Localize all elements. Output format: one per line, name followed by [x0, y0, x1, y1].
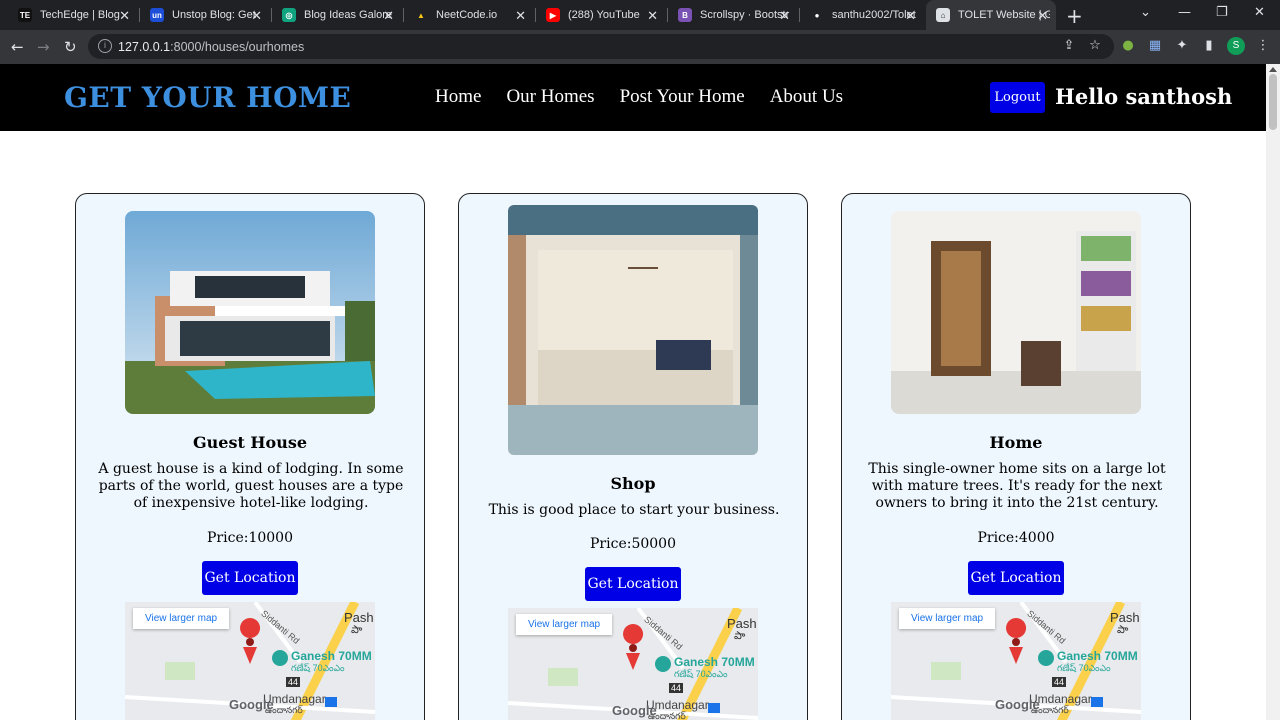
youtube-favicon-icon: ▶: [546, 8, 560, 22]
close-tab-icon[interactable]: ✕: [779, 8, 790, 24]
property-card: Shop This is good place to start your bu…: [458, 193, 808, 720]
close-tab-icon[interactable]: ✕: [1037, 8, 1048, 24]
bootstrap-favicon-icon: B: [678, 8, 692, 22]
page-scrollbar[interactable]: [1266, 64, 1280, 720]
property-photo-guest-house: [125, 211, 375, 414]
unstop-favicon-icon: un: [150, 8, 164, 22]
address-bar[interactable]: i 127.0.0.1:8000/houses/ourhomes: [88, 34, 1114, 59]
property-photo-home: [891, 211, 1141, 414]
user-greeting: Hello santhosh: [1055, 84, 1233, 109]
profile-avatar[interactable]: S: [1227, 37, 1245, 55]
reload-icon[interactable]: ↻: [64, 38, 77, 56]
property-description: This is good place to start your busines…: [488, 502, 780, 518]
browser-tab[interactable]: TE TechEdge | Blog ✕: [8, 0, 138, 30]
view-larger-map-link[interactable]: View larger map: [516, 614, 613, 635]
view-larger-map-link[interactable]: View larger map: [133, 608, 230, 629]
site-nav-links: Home Our Homes Post Your Home About Us: [435, 86, 868, 108]
site-navbar: GET YOUR HOME Home Our Homes Post Your H…: [0, 64, 1266, 131]
nav-post-your-home[interactable]: Post Your Home: [620, 86, 745, 108]
logout-button[interactable]: Logout: [990, 82, 1045, 113]
chatgpt-favicon-icon: ◎: [282, 8, 296, 22]
site-info-icon[interactable]: i: [98, 39, 112, 53]
close-tab-icon[interactable]: ✕: [251, 8, 262, 24]
close-tab-icon[interactable]: ✕: [383, 8, 394, 24]
page-viewport: GET YOUR HOME Home Our Homes Post Your H…: [0, 64, 1266, 720]
property-price: Price:50000: [590, 536, 676, 552]
side-panel-icon[interactable]: ▮: [1201, 38, 1217, 54]
new-tab-icon[interactable]: +: [1066, 4, 1083, 28]
browser-tab[interactable]: ▶ (288) YouTube ✕: [536, 0, 666, 30]
close-tab-icon[interactable]: ✕: [905, 8, 916, 24]
property-title: Shop: [610, 474, 656, 493]
property-description: This single-owner home sits on a large l…: [868, 461, 1166, 511]
maximize-icon[interactable]: ❐: [1216, 5, 1228, 20]
tab-search-chevron-icon[interactable]: ⌄: [1140, 5, 1151, 20]
google-logo: Google: [612, 703, 657, 718]
property-price: Price:4000: [977, 530, 1055, 546]
site-brand[interactable]: GET YOUR HOME: [64, 81, 351, 114]
view-larger-map-link[interactable]: View larger map: [899, 608, 996, 629]
property-card: Home This single-owner home sits on a la…: [841, 193, 1191, 720]
browser-tab[interactable]: ▲ NeetCode.io ✕: [404, 0, 534, 30]
browser-menu-icon[interactable]: ⋮: [1255, 38, 1271, 54]
get-location-button[interactable]: Get Location: [585, 567, 681, 601]
property-title: Guest House: [192, 433, 308, 452]
neetcode-favicon-icon: ▲: [414, 8, 428, 22]
close-window-icon[interactable]: ✕: [1254, 5, 1265, 20]
techedge-favicon-icon: TE: [18, 8, 32, 22]
browser-tab[interactable]: un Unstop Blog: Get ✕: [140, 0, 270, 30]
browser-tab-strip: TE TechEdge | Blog ✕ un Unstop Blog: Get…: [0, 0, 1280, 30]
tolet-favicon-icon: ⌂: [936, 8, 950, 22]
scrollbar-thumb[interactable]: [1269, 74, 1277, 130]
get-location-button[interactable]: Get Location: [968, 561, 1064, 595]
extension-grid-icon[interactable]: ▦: [1147, 38, 1163, 54]
nav-home[interactable]: Home: [435, 86, 481, 108]
nav-about-us[interactable]: About Us: [770, 86, 843, 108]
property-title: Home: [989, 433, 1043, 452]
minimize-icon[interactable]: —: [1178, 5, 1191, 20]
browser-tab-active[interactable]: ⌂ TOLET Website | G ✕: [926, 0, 1056, 30]
github-favicon-icon: ●: [810, 8, 824, 22]
google-logo: Google: [995, 697, 1040, 712]
browser-tab[interactable]: ● santhu2002/Tolet ✕: [800, 0, 924, 30]
close-tab-icon[interactable]: ✕: [119, 8, 130, 24]
get-location-button[interactable]: Get Location: [202, 561, 298, 595]
property-photo-shop: [508, 205, 758, 455]
browser-tab[interactable]: B Scrollspy · Bootstr ✕: [668, 0, 798, 30]
location-map[interactable]: View larger map Siddanti Rd Pash పా Gane…: [125, 602, 375, 720]
bookmark-star-icon[interactable]: ☆: [1087, 38, 1103, 54]
property-description: A guest house is a kind of lodging. In s…: [98, 461, 404, 511]
share-icon[interactable]: ⇪: [1061, 38, 1077, 54]
close-tab-icon[interactable]: ✕: [515, 8, 526, 24]
location-map[interactable]: View larger map Siddanti Rd Pash పా Gane…: [891, 602, 1141, 720]
close-tab-icon[interactable]: ✕: [647, 8, 658, 24]
extensions-puzzle-icon[interactable]: ✦: [1174, 38, 1190, 54]
property-price: Price:10000: [207, 530, 293, 546]
location-map[interactable]: View larger map Siddanti Rd Pash పా Gane…: [508, 608, 758, 720]
extension-green-icon[interactable]: ●: [1120, 38, 1136, 54]
scroll-up-icon[interactable]: [1269, 67, 1277, 72]
browser-tab[interactable]: ◎ Blog Ideas Galore ✕: [272, 0, 402, 30]
google-logo: Google: [229, 697, 274, 712]
back-icon[interactable]: ←: [11, 38, 24, 56]
forward-icon[interactable]: →: [37, 38, 50, 56]
nav-our-homes[interactable]: Our Homes: [506, 86, 594, 108]
property-card: Guest House A guest house is a kind of l…: [75, 193, 425, 720]
